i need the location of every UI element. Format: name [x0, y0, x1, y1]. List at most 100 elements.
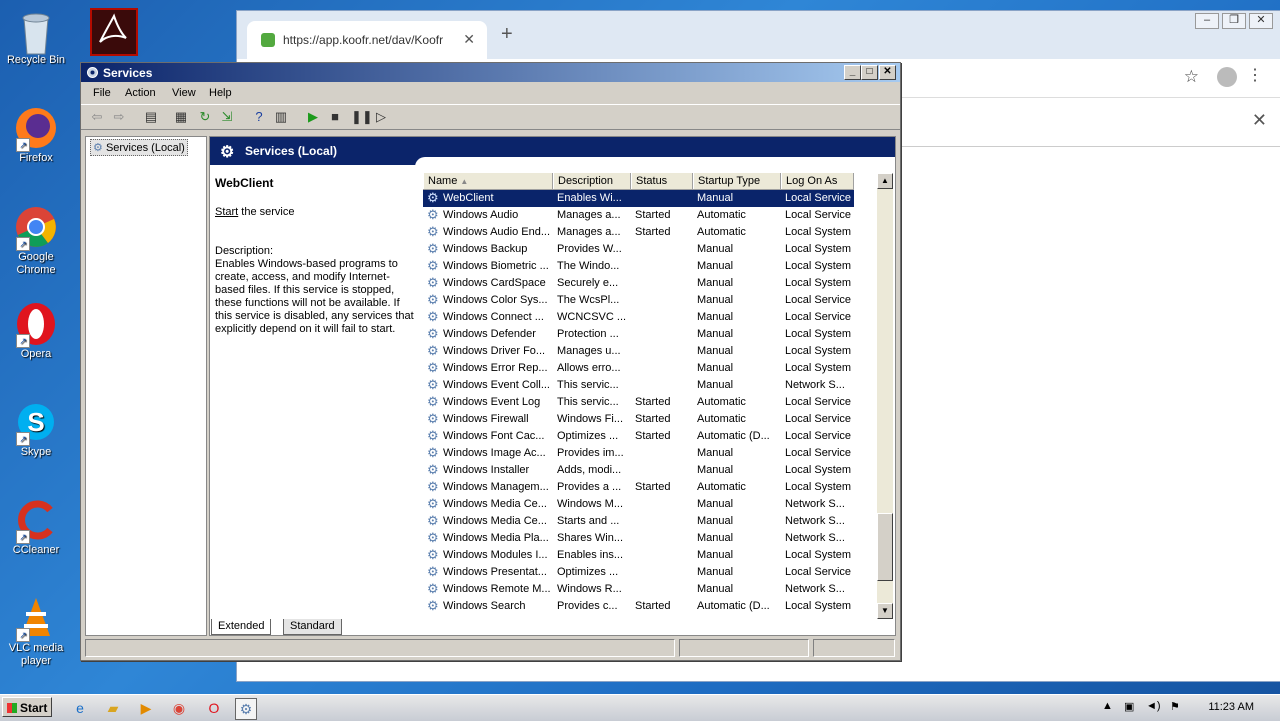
- column-header-name[interactable]: Name ▲: [423, 173, 553, 189]
- maximize-button[interactable]: □: [861, 65, 878, 80]
- table-row[interactable]: ⚙ Windows Driver Fo... Manages u... Manual L…: [423, 343, 854, 360]
- internet-explorer-icon[interactable]: e: [70, 698, 90, 718]
- cell-desc: Windows Fi...: [557, 413, 624, 425]
- infobar-close-icon[interactable]: ✕: [1252, 110, 1267, 131]
- desktop-icon-firefox[interactable]: ↗ Firefox: [6, 106, 66, 165]
- start-label: Start: [20, 701, 48, 715]
- start-service-link[interactable]: Start: [215, 206, 238, 218]
- table-row[interactable]: ⚙ WebClient Enables Wi... Manual Local Servi…: [423, 190, 854, 207]
- title-bar[interactable]: Services _ □ ✕: [81, 63, 900, 82]
- table-row[interactable]: ⚙ Windows Color Sys... The WcsPl... Manual L…: [423, 292, 854, 309]
- table-row[interactable]: ⚙ Windows Managem... Provides a ... Started…: [423, 479, 854, 496]
- menu-view[interactable]: View: [172, 87, 196, 99]
- table-row[interactable]: ⚙ Windows Event Coll... This servic... Manu…: [423, 377, 854, 394]
- tab-extended[interactable]: Extended: [211, 619, 272, 635]
- table-row[interactable]: ⚙ Windows CardSpace Securely e... Manual Loc…: [423, 275, 854, 292]
- new-tab-button[interactable]: +: [501, 23, 513, 46]
- cell-name: Windows Firewall: [443, 413, 529, 425]
- browser-restore-button[interactable]: ❐: [1222, 13, 1246, 29]
- cell-logon: Local Service: [785, 396, 852, 408]
- table-row[interactable]: ⚙ Windows Installer Adds, modi... Manual Loc…: [423, 462, 854, 479]
- opera-taskbar-icon[interactable]: O: [204, 698, 224, 718]
- acrobat-shortcut-icon[interactable]: [90, 8, 138, 56]
- action-pane-icon[interactable]: ▥: [273, 109, 289, 125]
- table-row[interactable]: ⚙ Windows Defender Protection ... Manual Loc…: [423, 326, 854, 343]
- browser-minimize-button[interactable]: –: [1195, 13, 1219, 29]
- export-list-icon[interactable]: ⇲: [219, 109, 235, 125]
- table-row[interactable]: ⚙ Windows Modules I... Enables ins... Manua…: [423, 547, 854, 564]
- table-row[interactable]: ⚙ Windows Font Cac... Optimizes ... Started…: [423, 428, 854, 445]
- forward-arrow-icon[interactable]: ⇨: [111, 109, 127, 125]
- minimize-button[interactable]: _: [844, 65, 861, 80]
- menu-file[interactable]: File: [93, 87, 111, 99]
- table-row[interactable]: ⚙ Windows Presentat... Optimizes ... Manual…: [423, 564, 854, 581]
- cell-startup: Manual: [697, 243, 734, 255]
- list-scrollbar[interactable]: ▲ ▼: [877, 173, 893, 619]
- desktop-icon-opera[interactable]: ↗ Opera: [6, 302, 66, 361]
- refresh-icon[interactable]: ↻: [197, 109, 213, 125]
- table-row[interactable]: ⚙ Windows Firewall Windows Fi... Started Aut…: [423, 411, 854, 428]
- column-header-log-on-as[interactable]: Log On As: [781, 173, 854, 189]
- chrome-taskbar-icon[interactable]: ◉: [169, 698, 189, 718]
- account-avatar-icon[interactable]: [1217, 67, 1237, 87]
- tab-standard[interactable]: Standard: [283, 619, 342, 635]
- desktop-icon-vlc[interactable]: ↗ VLC media player: [6, 596, 66, 668]
- services-taskbar-icon[interactable]: ⚙: [235, 698, 257, 720]
- back-arrow-icon[interactable]: ⇦: [89, 109, 105, 125]
- media-player-icon[interactable]: ▶: [136, 698, 156, 718]
- column-header-status[interactable]: Status: [631, 173, 693, 189]
- column-header-description[interactable]: Description: [553, 173, 631, 189]
- table-row[interactable]: ⚙ Windows Media Ce... Windows M... Manual Ne…: [423, 496, 854, 513]
- desktop-icon-ccleaner[interactable]: ↗ CCleaner: [6, 498, 66, 557]
- tree-node-services-local[interactable]: ⚙ Services (Local): [90, 139, 188, 156]
- show-hide-tree-icon[interactable]: ▤: [143, 109, 159, 125]
- windows-flag-icon: [7, 703, 17, 713]
- restart-service-icon[interactable]: ▷: [373, 109, 389, 125]
- table-row[interactable]: ⚙ Windows Connect ... WCNCSVC ... Manual Loc…: [423, 309, 854, 326]
- table-row[interactable]: ⚙ Windows Audio Manages a... Started Automat…: [423, 207, 854, 224]
- show-hidden-icons-icon[interactable]: ▲: [1102, 700, 1113, 712]
- browser-tab[interactable]: https://app.koofr.net/dav/Koofr ✕: [247, 21, 487, 59]
- table-row[interactable]: ⚙ Windows Media Pla... Shares Win... Manual…: [423, 530, 854, 547]
- desktop-icon-chrome[interactable]: ↗ Google Chrome: [6, 205, 66, 277]
- cell-logon: Local System: [785, 328, 852, 340]
- menu-action[interactable]: Action: [125, 87, 156, 99]
- cell-name: Windows Media Pla...: [443, 532, 549, 544]
- cell-name: Windows Font Cac...: [443, 430, 545, 442]
- menu-help[interactable]: Help: [209, 87, 232, 99]
- scroll-up-icon[interactable]: ▲: [877, 173, 893, 189]
- close-button[interactable]: ✕: [879, 65, 896, 80]
- properties-icon[interactable]: ▦: [173, 109, 189, 125]
- clock[interactable]: 11:23 AM: [1208, 701, 1254, 713]
- tab-close-icon[interactable]: ✕: [463, 31, 475, 48]
- desktop-icon-skype[interactable]: S ↗ Skype: [6, 400, 66, 459]
- bookmark-star-icon[interactable]: ☆: [1184, 67, 1199, 87]
- cell-name: Windows Modules I...: [443, 549, 548, 561]
- start-service-icon[interactable]: ▶: [305, 109, 321, 125]
- table-row[interactable]: ⚙ Windows Media Ce... Starts and ... Manual…: [423, 513, 854, 530]
- column-header-startup-type[interactable]: Startup Type: [693, 173, 781, 189]
- table-row[interactable]: ⚙ Windows Backup Provides W... Manual Local …: [423, 241, 854, 258]
- file-explorer-icon[interactable]: ▰: [103, 698, 123, 718]
- cell-desc: This servic...: [557, 396, 619, 408]
- browser-menu-icon[interactable]: ⋮: [1247, 65, 1263, 85]
- table-row[interactable]: ⚙ Windows Event Log This servic... Started A…: [423, 394, 854, 411]
- table-row[interactable]: ⚙ Windows Image Ac... Provides im... Manual…: [423, 445, 854, 462]
- table-row[interactable]: ⚙ Windows Remote M... Windows R... Manual Ne…: [423, 581, 854, 598]
- start-button[interactable]: Start: [2, 697, 52, 717]
- scroll-thumb[interactable]: [877, 513, 893, 581]
- table-row[interactable]: ⚙ Windows Audio End... Manages a... Started…: [423, 224, 854, 241]
- stop-service-icon[interactable]: ■: [327, 109, 343, 125]
- table-row[interactable]: ⚙ Windows Search Provides c... Started Autom…: [423, 598, 854, 615]
- scroll-down-icon[interactable]: ▼: [877, 603, 893, 619]
- table-row[interactable]: ⚙ Windows Error Rep... Allows erro... Manua…: [423, 360, 854, 377]
- browser-close-button[interactable]: ✕: [1249, 13, 1273, 29]
- service-gear-icon: ⚙: [427, 411, 439, 426]
- action-center-flag-icon[interactable]: ⚑: [1170, 700, 1180, 713]
- volume-icon[interactable]: ◄): [1146, 700, 1161, 712]
- pause-service-icon[interactable]: ❚❚: [351, 109, 373, 125]
- desktop-icon-recycle-bin[interactable]: Recycle Bin: [6, 8, 66, 67]
- table-row[interactable]: ⚙ Windows Biometric ... The Windo... Manual…: [423, 258, 854, 275]
- help-icon[interactable]: ?: [251, 109, 267, 125]
- network-icon[interactable]: ▣: [1124, 700, 1134, 713]
